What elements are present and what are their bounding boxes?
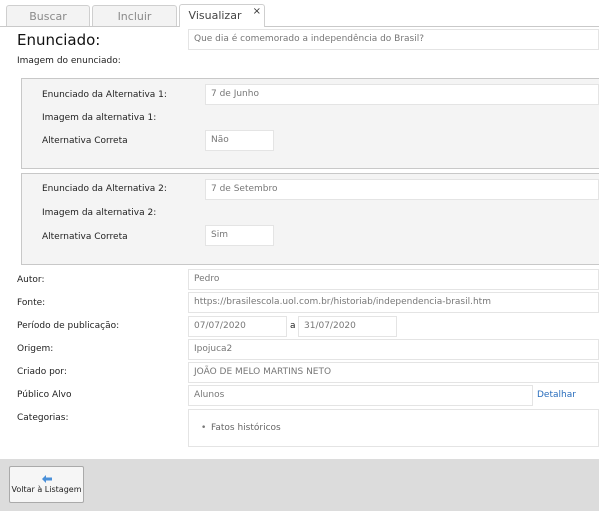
audience-field[interactable]: Alunos [188, 385, 533, 406]
tab-divider [0, 26, 599, 27]
tab-incluir[interactable]: Incluir [92, 5, 177, 26]
period-from-field[interactable]: 07/07/2020 [188, 316, 287, 337]
author-field[interactable]: Pedro [188, 269, 599, 290]
tab-bar: Buscar Incluir Visualizar × [0, 0, 599, 27]
alternative-2-statement-field[interactable]: 7 de Setembro [205, 179, 599, 200]
back-to-list-button[interactable]: Voltar à Listagem [9, 466, 84, 503]
author-label: Autor: [17, 275, 45, 285]
alternative-2-statement-label: Enunciado da Alternativa 2: [42, 184, 167, 194]
categories-label: Categorias: [17, 413, 69, 423]
close-tab-icon[interactable]: × [253, 1, 261, 22]
question-image-label: Imagem do enunciado: [17, 56, 121, 66]
alternative-1-correct-label: Alternativa Correta [42, 136, 128, 146]
alternative-1-statement-label: Enunciado da Alternativa 1: [42, 90, 167, 100]
detail-link[interactable]: Detalhar [537, 390, 576, 400]
list-item: • Fatos históricos [201, 423, 281, 433]
source-field[interactable]: https://brasilescola.uol.com.br/historia… [188, 292, 599, 313]
tab-visualizar[interactable]: Visualizar × [179, 4, 265, 27]
alternative-2-correct-field[interactable]: Sim [205, 225, 274, 246]
alternative-1-correct-field[interactable]: Não [205, 130, 274, 151]
origin-field[interactable]: Ipojuca2 [188, 339, 599, 360]
tab-label: Incluir [117, 10, 152, 23]
period-label: Período de publicação: [17, 321, 120, 331]
origin-label: Origem: [17, 344, 54, 354]
alternative-1-statement-field[interactable]: 7 de Junho [205, 84, 599, 105]
alternative-2-correct-label: Alternativa Correta [42, 232, 128, 242]
alternative-2-image-label: Imagem da alternativa 2: [42, 208, 157, 218]
tab-label: Buscar [29, 10, 67, 23]
period-separator: a [290, 321, 296, 331]
question-text-field[interactable]: Que dia é comemorado a independência do … [188, 29, 599, 50]
period-to-field[interactable]: 31/07/2020 [298, 316, 397, 337]
back-arrow-icon [41, 475, 52, 483]
tab-buscar[interactable]: Buscar [6, 5, 90, 26]
question-title: Enunciado: [17, 31, 101, 49]
created-by-label: Criado por: [17, 367, 67, 377]
categories-box: • Fatos históricos [188, 409, 599, 447]
footer-bar [0, 459, 599, 511]
alternative-1-image-label: Imagem da alternativa 1: [42, 113, 157, 123]
back-button-label: Voltar à Listagem [11, 485, 82, 494]
tab-label: Visualizar [188, 9, 242, 22]
source-label: Fonte: [17, 298, 46, 308]
audience-label: Público Alvo [17, 390, 72, 400]
category-label: Fatos históricos [211, 423, 281, 433]
created-by-field[interactable]: JOÃO DE MELO MARTINS NETO [188, 362, 599, 383]
bullet-icon: • [201, 423, 207, 433]
